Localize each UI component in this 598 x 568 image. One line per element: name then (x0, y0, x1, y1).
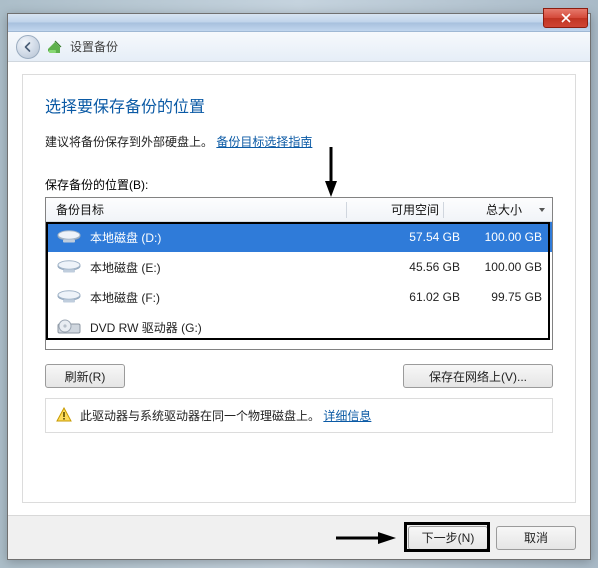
nav-title: 设置备份 (70, 38, 118, 55)
page-heading: 选择要保存备份的位置 (45, 93, 553, 117)
backup-icon (46, 38, 64, 56)
hdd-icon (56, 287, 82, 307)
nav-bar: 设置备份 (8, 32, 590, 62)
guide-link[interactable]: 备份目标选择指南 (216, 135, 312, 149)
mid-controls: 刷新(R) 保存在网络上(V)... (45, 364, 553, 388)
col-target[interactable]: 备份目标 (46, 201, 346, 218)
refresh-button[interactable]: 刷新(R) (45, 364, 125, 388)
drive-name: 本地磁盘 (F:) (90, 289, 368, 306)
save-network-button[interactable]: 保存在网络上(V)... (403, 364, 553, 388)
title-bar (8, 14, 590, 32)
warning-details-link[interactable]: 详细信息 (323, 409, 371, 423)
header-dropdown-icon[interactable] (532, 206, 552, 214)
next-button[interactable]: 下一步(N) (408, 526, 488, 550)
warning-text: 此驱动器与系统驱动器在同一个物理磁盘上。 (80, 409, 320, 423)
drive-row[interactable]: DVD RW 驱动器 (G:) (46, 312, 552, 342)
drive-total: 99.75 GB (464, 290, 552, 304)
warning-text-line: 此驱动器与系统驱动器在同一个物理磁盘上。 详细信息 (80, 407, 371, 424)
drive-list[interactable]: 备份目标 可用空间 总大小 本地磁盘 (D:)57.54 GB100.00 GB… (45, 197, 553, 350)
list-label: 保存备份的位置(B): (45, 176, 553, 193)
warning-icon (56, 407, 72, 423)
hdd-icon (56, 227, 82, 247)
drive-row[interactable]: 本地磁盘 (D:)57.54 GB100.00 GB (46, 222, 552, 252)
hdd-icon (56, 257, 82, 277)
intro-text: 建议将备份保存到外部硬盘上。 (45, 135, 213, 149)
dvd-drive-icon (56, 317, 82, 337)
col-total[interactable]: 总大小 (444, 201, 532, 218)
warning-box: 此驱动器与系统驱动器在同一个物理磁盘上。 详细信息 (45, 398, 553, 433)
drive-total: 100.00 GB (464, 230, 552, 244)
cancel-button[interactable]: 取消 (496, 526, 576, 550)
drive-total: 100.00 GB (464, 260, 552, 274)
content-area: 选择要保存备份的位置 建议将备份保存到外部硬盘上。 备份目标选择指南 保存备份的… (22, 74, 576, 503)
back-button[interactable] (16, 35, 40, 59)
drive-free: 45.56 GB (368, 260, 464, 274)
drive-free: 61.02 GB (368, 290, 464, 304)
drive-row[interactable]: 本地磁盘 (F:)61.02 GB99.75 GB (46, 282, 552, 312)
drive-name: 本地磁盘 (E:) (90, 259, 368, 276)
drive-row[interactable]: 本地磁盘 (E:)45.56 GB100.00 GB (46, 252, 552, 282)
drive-free: 57.54 GB (368, 230, 464, 244)
wizard-window: 设置备份 选择要保存备份的位置 建议将备份保存到外部硬盘上。 备份目标选择指南 … (7, 13, 591, 560)
footer: 下一步(N) 取消 (8, 515, 590, 559)
intro-line: 建议将备份保存到外部硬盘上。 备份目标选择指南 (45, 133, 553, 150)
close-button[interactable] (543, 8, 588, 28)
drive-name: DVD RW 驱动器 (G:) (90, 319, 368, 336)
col-free[interactable]: 可用空间 (347, 201, 443, 218)
drive-list-header: 备份目标 可用空间 总大小 (46, 198, 552, 222)
drive-name: 本地磁盘 (D:) (90, 229, 368, 246)
